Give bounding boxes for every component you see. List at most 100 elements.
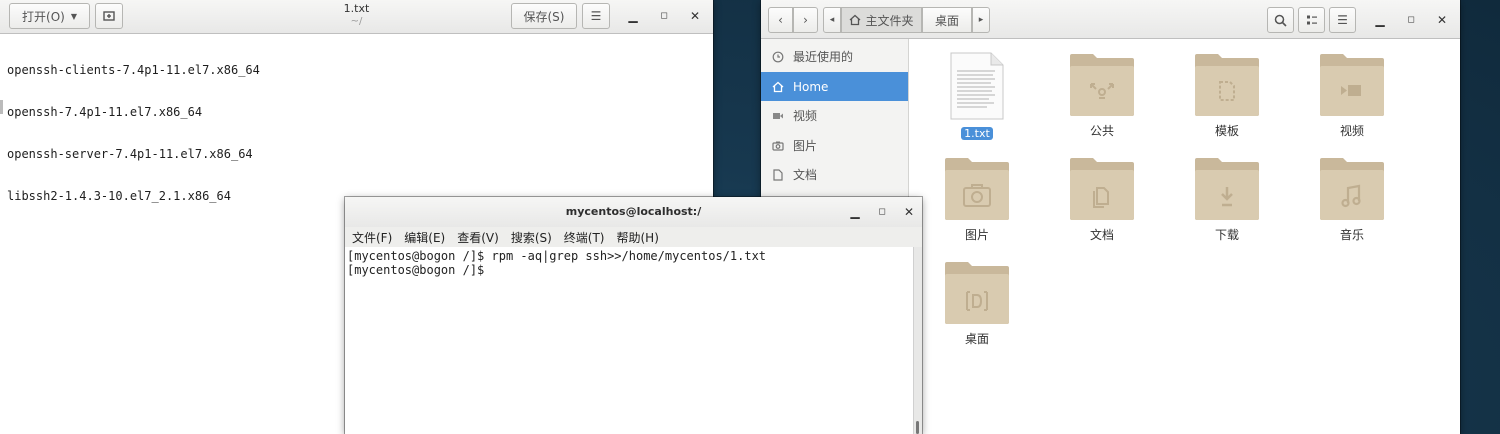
path-desktop-label: 桌面 (934, 13, 959, 28)
menu-search[interactable]: 搜索(S) (511, 229, 552, 246)
maximize-button[interactable]: ◻ (872, 202, 892, 222)
forward-button[interactable]: › (793, 7, 818, 33)
chevron-left-icon: ‹ (778, 13, 783, 27)
text-line: openssh-server-7.4p1-11.el7.x86_64 (7, 147, 253, 161)
chevron-left-icon: ◂ (829, 15, 835, 25)
file-item-label: 模板 (1214, 124, 1239, 138)
save-button[interactable]: 保存(S) (511, 3, 577, 29)
chevron-right-icon: ▸ (978, 15, 984, 25)
sidebar-item-label: 视频 (793, 109, 818, 123)
menu-terminal[interactable]: 终端(T) (564, 229, 605, 246)
path-home-button[interactable]: 主文件夹 (841, 7, 922, 33)
file-item-desktop[interactable]: 桌面 (932, 260, 1022, 347)
menu-edit[interactable]: 编辑(E) (404, 229, 445, 246)
terminal-title-bar: mycentos@localhost:/ ▁ ◻ ✕ (345, 197, 922, 228)
hamburger-menu-icon: ☰ (1337, 13, 1348, 27)
sidebar-item-label: 图片 (793, 139, 818, 153)
minimize-icon: ▁ (1375, 13, 1385, 27)
sidebar-item-label: 最近使用的 (793, 50, 854, 64)
file-item-label: 音乐 (1339, 228, 1364, 242)
documents-folder-icon (1057, 156, 1147, 222)
list-view-icon (1306, 14, 1318, 26)
videos-folder-icon (1307, 52, 1397, 118)
terminal-line: [mycentos@bogon /]$ (347, 263, 492, 277)
home-icon (771, 80, 785, 94)
terminal-title: mycentos@localhost:/ (565, 205, 702, 218)
minimize-button[interactable]: ▁ (845, 202, 865, 222)
file-item-label: 公共 (1089, 124, 1114, 138)
document-icon (771, 168, 785, 182)
downloads-folder-icon (1182, 156, 1272, 222)
file-grid: 1.txt 公共 模板 视频 图片 文档 下载 音乐 桌面 (909, 39, 1460, 434)
file-manager-header-bar: ‹ › ◂ 主文件夹 桌面 ▸ ☰ ▁ ◻ ✕ (761, 0, 1460, 39)
desktop-folder-icon (932, 260, 1022, 326)
menu-file[interactable]: 文件(F) (352, 229, 392, 246)
path-scroll-right-button[interactable]: ▸ (972, 7, 990, 33)
file-item-documents[interactable]: 文档 (1057, 156, 1147, 243)
minimize-button[interactable]: ▁ (623, 6, 643, 26)
maximize-icon: ◻ (660, 11, 668, 21)
menu-button[interactable]: ☰ (582, 3, 610, 29)
sidebar-item-documents[interactable]: 文档 (761, 160, 908, 189)
maximize-button[interactable]: ◻ (654, 6, 674, 26)
maximize-button[interactable]: ◻ (1401, 10, 1421, 30)
file-item-music[interactable]: 音乐 (1307, 156, 1397, 243)
file-item-downloads[interactable]: 下载 (1182, 156, 1272, 243)
text-line: libssh2-1.4.3-10.el7_2.1.x86_64 (7, 189, 231, 203)
minimize-icon: ▁ (850, 205, 860, 219)
file-item-label: 文档 (1089, 228, 1114, 242)
file-item-label: 视频 (1339, 124, 1364, 138)
public-folder-icon (1057, 52, 1147, 118)
view-toggle-button[interactable] (1298, 7, 1325, 33)
file-item-templates[interactable]: 模板 (1182, 52, 1272, 139)
terminal-line: [mycentos@bogon /]$ rpm -aq|grep ssh>>/h… (347, 249, 767, 263)
file-item-label: 图片 (964, 228, 989, 242)
terminal-scrollbar[interactable] (913, 247, 922, 434)
sidebar-item-label: 文档 (793, 168, 818, 182)
file-item-label: 下载 (1214, 228, 1239, 242)
text-line: openssh-clients-7.4p1-11.el7.x86_64 (7, 63, 260, 77)
sidebar-item-recent[interactable]: 最近使用的 (761, 42, 908, 71)
file-item-label: 桌面 (964, 332, 989, 346)
sidebar-item-label: Home (793, 79, 829, 94)
file-item-videos[interactable]: 视频 (1307, 52, 1397, 139)
menu-button[interactable]: ☰ (1329, 7, 1356, 33)
text-line: openssh-7.4p1-11.el7.x86_64 (7, 105, 203, 119)
close-icon: ✕ (689, 9, 701, 23)
path-desktop-button[interactable]: 桌面 (922, 7, 972, 33)
video-icon (771, 109, 785, 123)
templates-folder-icon (1182, 52, 1272, 118)
file-item-1txt[interactable]: 1.txt (932, 51, 1022, 140)
terminal-output[interactable]: [mycentos@bogon /]$ rpm -aq|grep ssh>>/h… (345, 247, 914, 434)
hamburger-menu-icon: ☰ (590, 9, 602, 23)
menu-view[interactable]: 查看(V) (457, 229, 499, 246)
close-icon: ✕ (903, 205, 915, 219)
menu-help[interactable]: 帮助(H) (617, 229, 659, 246)
sidebar-item-home[interactable]: Home (761, 72, 908, 101)
close-button[interactable]: ✕ (899, 202, 919, 222)
path-scroll-left-button[interactable]: ◂ (823, 7, 841, 33)
close-button[interactable]: ✕ (1432, 10, 1452, 30)
minimize-icon: ▁ (628, 9, 638, 23)
maximize-icon: ◻ (878, 207, 886, 217)
back-button[interactable]: ‹ (768, 7, 793, 33)
maximize-icon: ◻ (1407, 15, 1415, 25)
scroll-indicator (0, 100, 3, 114)
sidebar-item-pictures[interactable]: 图片 (761, 131, 908, 160)
file-item-pictures[interactable]: 图片 (932, 156, 1022, 243)
terminal-menu-bar: 文件(F) 编辑(E) 查看(V) 搜索(S) 终端(T) 帮助(H) (345, 227, 922, 248)
document-text-area[interactable]: openssh-clients-7.4p1-11.el7.x86_64 open… (7, 35, 260, 231)
file-item-public[interactable]: 公共 (1057, 52, 1147, 139)
scrollbar-thumb[interactable] (916, 421, 919, 434)
close-button[interactable]: ✕ (685, 6, 705, 26)
camera-icon (771, 139, 785, 153)
minimize-button[interactable]: ▁ (1370, 10, 1390, 30)
save-button-label: 保存(S) (523, 9, 565, 24)
sidebar-item-videos[interactable]: 视频 (761, 101, 908, 130)
clock-icon (771, 50, 785, 64)
search-button[interactable] (1267, 7, 1294, 33)
path-home-label: 主文件夹 (865, 13, 914, 28)
terminal-window: mycentos@localhost:/ ▁ ◻ ✕ 文件(F) 编辑(E) 查… (345, 197, 922, 434)
chevron-right-icon: › (803, 13, 808, 27)
file-item-label: 1.txt (961, 127, 993, 140)
